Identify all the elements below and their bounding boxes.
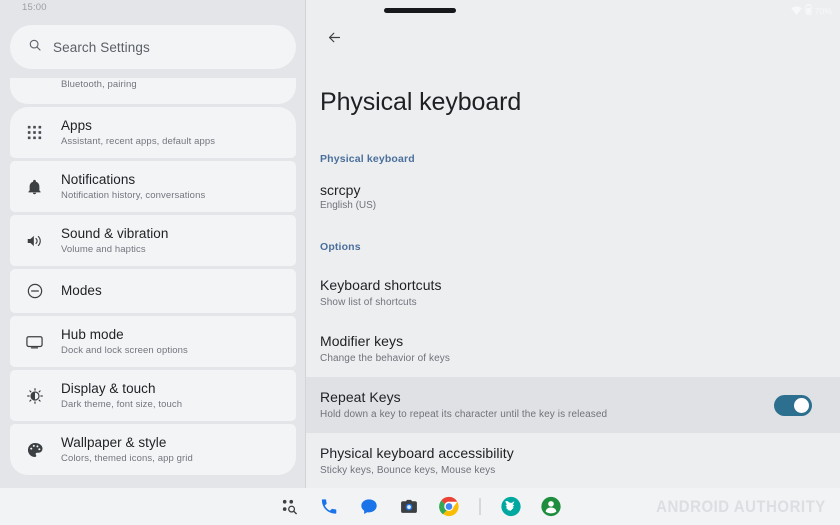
status-bar-clock: 15:00	[22, 2, 47, 13]
sidebar-item-connected-devices[interactable]: Bluetooth, pairing	[10, 78, 296, 104]
wifi-icon	[790, 2, 802, 20]
palette-icon	[24, 442, 45, 458]
watermark: ANDROID AUTHORITY	[656, 496, 826, 516]
option-title: Repeat Keys	[320, 389, 401, 405]
battery-icon	[805, 2, 812, 20]
camera-icon[interactable]	[398, 495, 421, 518]
repeat-keys-toggle[interactable]	[774, 394, 812, 416]
brightness-icon	[24, 387, 45, 404]
messages-icon[interactable]	[358, 495, 381, 518]
section-header-physical-keyboard: Physical keyboard	[320, 153, 415, 165]
sidebar-item-title: Sound & vibration	[61, 225, 169, 241]
sidebar-item-subtitle: Assistant, recent apps, default apps	[61, 135, 216, 147]
phone-icon[interactable]	[318, 495, 341, 518]
option-row-keyboard-shortcuts[interactable]: Keyboard shortcuts Show list of shortcut…	[306, 265, 840, 321]
keyboard-device-name: scrcpy	[320, 182, 361, 198]
bell-icon	[24, 179, 45, 195]
sidebar-item-subtitle: Colors, themed icons, app grid	[61, 452, 193, 464]
battery-percent-label: 70%	[814, 6, 832, 16]
monitor-icon	[24, 335, 45, 349]
options-list: Keyboard shortcuts Show list of shortcut…	[306, 265, 840, 488]
option-subtitle: Change the behavior of keys	[320, 353, 451, 364]
magisk-icon[interactable]	[500, 495, 523, 518]
search-icon	[28, 38, 42, 57]
sidebar-item-subtitle: Bluetooth, pairing	[61, 79, 137, 90]
option-subtitle: Hold down a key to repeat its character …	[320, 409, 608, 420]
sidebar-item-title: Modes	[61, 283, 102, 298]
app-drawer-search-icon[interactable]	[278, 495, 301, 518]
sidebar-item-modes[interactable]: Modes	[10, 269, 296, 313]
option-subtitle: Show list of shortcuts	[320, 297, 417, 308]
taskbar: ANDROID AUTHORITY	[0, 488, 840, 525]
apps-grid-icon	[24, 125, 45, 140]
option-row-modifier-keys[interactable]: Modifier keys Change the behavior of key…	[306, 321, 840, 377]
sidebar-item-title: Wallpaper & style	[61, 434, 167, 450]
sidebar-list[interactable]: Bluetooth, pairing Apps Assistant, recen…	[10, 78, 296, 478]
settings-sidebar: Search Settings Bluetooth, pairing Apps …	[0, 0, 306, 488]
status-bar-indicators: 70%	[790, 2, 832, 20]
option-title: Physical keyboard accessibility	[320, 445, 514, 461]
contacts-icon[interactable]	[540, 495, 563, 518]
back-arrow-icon	[326, 29, 343, 51]
sidebar-item-display-touch[interactable]: Display & touch Dark theme, font size, t…	[10, 370, 296, 421]
chrome-icon[interactable]	[438, 495, 461, 518]
toggle-knob	[794, 397, 809, 413]
sidebar-item-subtitle: Volume and haptics	[61, 243, 146, 255]
sidebar-item-title: Hub mode	[61, 326, 124, 342]
back-button[interactable]	[320, 26, 348, 54]
option-title: Keyboard shortcuts	[320, 277, 442, 293]
keyboard-device-entry[interactable]: scrcpy English (US)	[320, 181, 376, 213]
option-row-repeat-keys[interactable]: Repeat Keys Hold down a key to repeat it…	[306, 377, 840, 433]
sidebar-item-notifications[interactable]: Notifications Notification history, conv…	[10, 161, 296, 212]
settings-detail-pane: Physical keyboard Physical keyboard scrc…	[306, 0, 840, 488]
page-title: Physical keyboard	[320, 88, 522, 116]
sidebar-item-title: Notifications	[61, 171, 136, 187]
sidebar-item-title: Display & touch	[61, 380, 156, 396]
search-placeholder: Search Settings	[53, 39, 150, 55]
device-screen: 15:00 70% Search Settings Bluetooth, pai…	[0, 0, 840, 525]
sidebar-item-subtitle: Notification history, conversations	[61, 189, 206, 201]
sidebar-item-subtitle: Dock and lock screen options	[61, 344, 188, 356]
sidebar-item-wallpaper-style[interactable]: Wallpaper & style Colors, themed icons, …	[10, 424, 296, 475]
volume-icon	[24, 234, 45, 248]
search-settings-field[interactable]: Search Settings	[10, 25, 296, 69]
sidebar-item-apps[interactable]: Apps Assistant, recent apps, default app…	[10, 107, 296, 158]
section-header-options: Options	[320, 241, 361, 253]
sidebar-item-hub-mode[interactable]: Hub mode Dock and lock screen options	[10, 316, 296, 367]
option-title: Modifier keys	[320, 333, 404, 349]
sidebar-item-sound-vibration[interactable]: Sound & vibration Volume and haptics	[10, 215, 296, 266]
keyboard-device-layout: English (US)	[320, 200, 377, 211]
option-subtitle: Sticky keys, Bounce keys, Mouse keys	[320, 465, 496, 476]
sidebar-item-title: Apps	[61, 117, 92, 133]
taskbar-icons	[278, 488, 563, 525]
window-drag-handle[interactable]	[384, 8, 456, 13]
taskbar-divider	[479, 498, 481, 515]
do-not-disturb-icon	[24, 283, 45, 299]
sidebar-item-subtitle: Dark theme, font size, touch	[61, 398, 183, 410]
option-row-physical-keyboard-accessibility[interactable]: Physical keyboard accessibility Sticky k…	[306, 433, 840, 488]
